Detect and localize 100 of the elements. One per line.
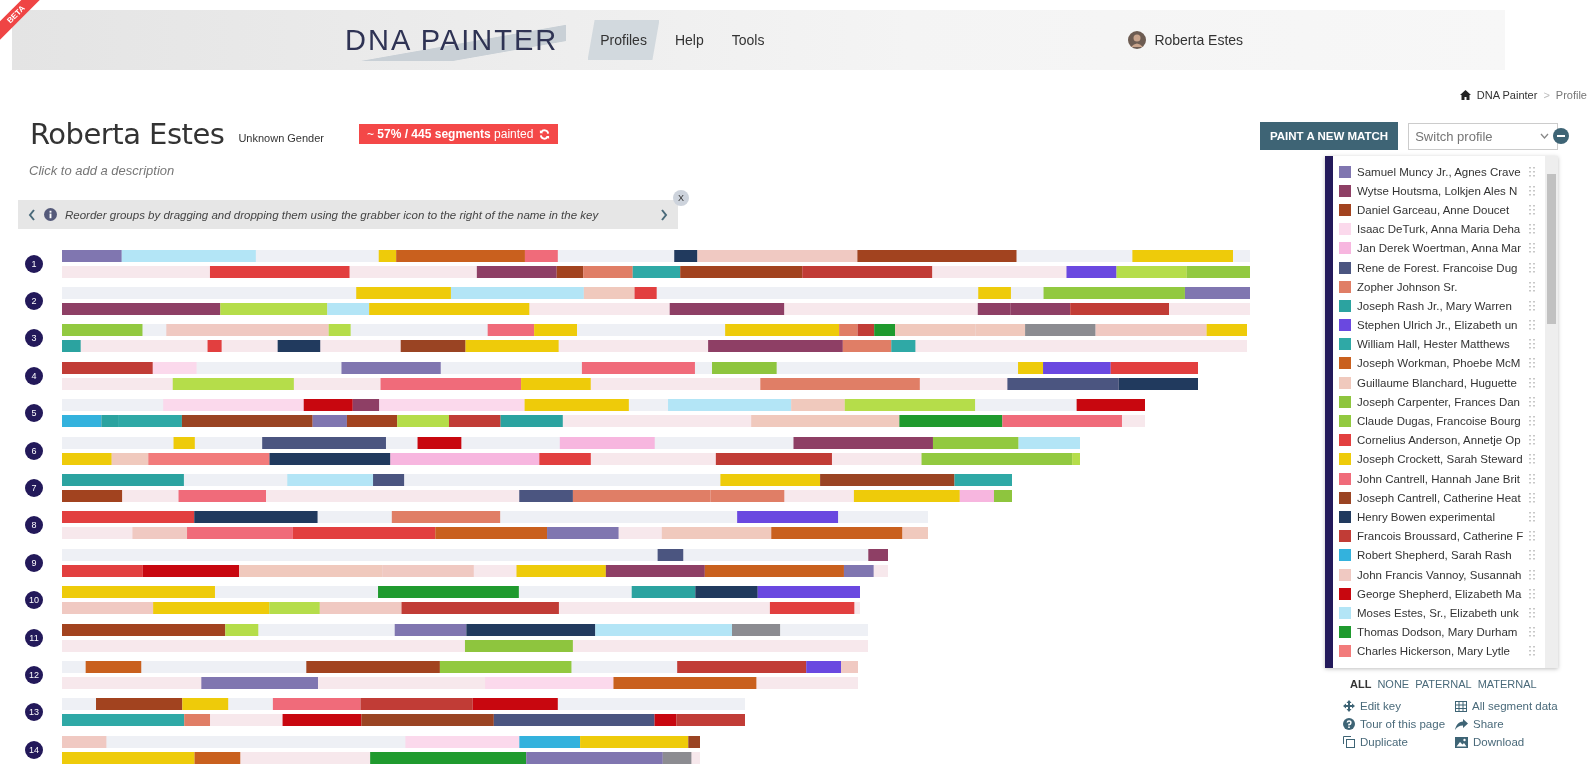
key-item[interactable]: John Francis Vannoy, Susannah [1339, 564, 1545, 585]
grabber-icon[interactable] [1529, 243, 1535, 254]
chromosome-number: 9 [25, 553, 43, 572]
grabber-icon[interactable] [1529, 204, 1535, 215]
chromosome-number: 5 [25, 404, 43, 423]
nav-link[interactable]: Tools [719, 20, 777, 60]
chromosome-number: 3 [25, 329, 43, 348]
key-item[interactable]: Daniel Garceau, Anne Doucet [1339, 200, 1545, 220]
scrollbar[interactable] [1545, 156, 1558, 668]
grabber-icon[interactable] [1529, 627, 1535, 638]
chromosome-number: 1 [25, 254, 43, 273]
refresh-icon [539, 128, 551, 140]
key-item[interactable]: Joseph Cantrell, Catherine Heat [1339, 488, 1545, 508]
key-item[interactable]: Robert Shepherd, Sarah Rash [1339, 545, 1545, 565]
filter-link[interactable]: NONE [1377, 678, 1410, 690]
action-link[interactable]: Edit key [1343, 700, 1446, 712]
grabber-icon[interactable] [1529, 607, 1535, 618]
breadcrumb-separator: > [1543, 89, 1550, 101]
image-icon [1455, 736, 1469, 748]
key-item[interactable]: Francois Broussard, Catherine F [1339, 526, 1545, 546]
grabber-icon[interactable] [1529, 320, 1535, 331]
grabber-icon[interactable] [1529, 339, 1535, 350]
user-name[interactable]: Roberta Estes [1154, 32, 1244, 48]
help-icon [1343, 718, 1355, 730]
key-item[interactable]: Thomas Dodson, Mary Durham [1339, 622, 1545, 642]
grabber-icon[interactable] [1529, 396, 1535, 407]
key-item[interactable]: George Shepherd, Elizabeth Ma [1339, 584, 1545, 604]
key-item[interactable]: William Hall, Hester Matthews [1339, 334, 1545, 354]
home-icon [1459, 90, 1471, 100]
grabber-icon[interactable] [1529, 473, 1535, 484]
chromosome-number: 2 [25, 292, 43, 311]
grabber-icon[interactable] [1529, 588, 1535, 599]
action-link[interactable]: Share [1455, 718, 1558, 730]
tip-text: Reorder groups by dragging and dropping them using the grabber icon to the right of the name in the key [65, 208, 599, 221]
grabber-icon[interactable] [1529, 569, 1535, 580]
grabber-icon[interactable] [1529, 416, 1535, 427]
key-item[interactable]: Joseph Rash Jr., Mary Warren [1339, 296, 1545, 316]
grabber-icon[interactable] [1529, 224, 1535, 235]
key-item[interactable]: John Cantrell, Hannah Jane Brit [1339, 469, 1545, 489]
key-item[interactable]: Guillaume Blanchard, Huguette [1339, 373, 1545, 393]
grabber-icon[interactable] [1529, 300, 1535, 311]
grabber-icon[interactable] [1529, 358, 1535, 369]
filter-link[interactable]: PATERNAL [1415, 678, 1472, 690]
filter-link[interactable]: MATERNAL [1477, 678, 1537, 690]
breadcrumb-current: Profile [1555, 89, 1587, 101]
chromosome-number: 14 [25, 740, 43, 759]
gender-label: Unknown Gender [238, 132, 324, 144]
chromosome-number: 7 [25, 479, 43, 498]
key-item[interactable]: Joseph Workman, Phoebe McM [1339, 353, 1545, 374]
key-item[interactable]: Stephen Ulrich Jr., Elizabeth un [1339, 315, 1545, 335]
paint-match-button[interactable]: PAINT A NEW MATCH [1260, 122, 1399, 150]
close-button[interactable]: X [673, 190, 689, 206]
grabber-icon[interactable] [1529, 185, 1535, 196]
grabber-icon[interactable] [1529, 550, 1535, 561]
key-item[interactable]: Jan Derek Woertman, Anna Mar [1339, 238, 1545, 258]
action-link[interactable]: Download [1455, 736, 1558, 748]
chromosome-number: 4 [25, 366, 43, 385]
copy-icon [1343, 736, 1355, 748]
chromosome-number: 12 [25, 666, 43, 684]
action-link[interactable]: Duplicate [1343, 736, 1446, 748]
nav-link[interactable]: Profiles [588, 20, 659, 60]
chromosome-number: 10 [25, 591, 43, 610]
grabber-icon[interactable] [1529, 511, 1535, 522]
grabber-icon[interactable] [1529, 281, 1535, 292]
key-item[interactable]: Rene de Forest. Francoise Dug [1339, 257, 1545, 278]
key-item[interactable]: Joseph Carpenter, Frances Dan [1339, 392, 1545, 412]
switch-profile-select[interactable]: Switch profile [1408, 122, 1559, 150]
filter-link[interactable]: ALL [1350, 678, 1372, 690]
table-icon [1455, 700, 1468, 712]
avatar-icon[interactable] [1128, 31, 1147, 49]
key-item[interactable]: Wytse Houtsma, Lolkjen Ales N [1339, 181, 1545, 201]
share-icon [1455, 718, 1469, 730]
grabber-icon[interactable] [1529, 166, 1535, 177]
grabber-icon[interactable] [1529, 531, 1535, 542]
progress-text: ~ 57% / 445 segments painted [367, 127, 534, 141]
key-item[interactable]: Zopher Johnson Sr. [1339, 277, 1545, 297]
chromosome-number: 13 [25, 703, 43, 722]
key-item[interactable]: Charles Hickerson, Mary Lytle [1339, 641, 1545, 661]
description-field[interactable]: Click to add a description [29, 163, 1255, 178]
info-icon [44, 208, 57, 221]
key-item[interactable]: Claude Dugas, Francoise Bourg [1339, 411, 1545, 431]
action-link[interactable]: Tour of this page [1343, 718, 1446, 730]
key-item[interactable]: Isaac DeTurk, Anna Maria Deha [1339, 219, 1545, 239]
grabber-icon[interactable] [1529, 262, 1535, 273]
action-link[interactable]: All segment data [1455, 700, 1558, 712]
key-item[interactable]: Samuel Muncy Jr., Agnes Crave [1339, 162, 1545, 182]
grabber-icon[interactable] [1529, 492, 1535, 503]
grabber-icon[interactable] [1529, 646, 1535, 657]
progress-badge[interactable]: ~ 57% / 445 segments painted [359, 124, 559, 144]
key-item[interactable]: Henry Bowen experimental [1339, 507, 1545, 527]
breadcrumb-link[interactable]: DNA Painter [1476, 89, 1538, 101]
key-item[interactable]: Cornelius Anderson, Annetje Op [1339, 430, 1545, 450]
grabber-icon[interactable] [1529, 377, 1535, 388]
chromosome-number: 6 [25, 441, 43, 460]
key-item[interactable]: Moses Estes, Sr., Elizabeth unk [1339, 603, 1545, 623]
key-item[interactable]: Joseph Crockett, Sarah Steward [1339, 449, 1545, 469]
grabber-icon[interactable] [1529, 454, 1535, 465]
chromosome-number: 8 [25, 516, 43, 535]
grabber-icon[interactable] [1529, 435, 1535, 446]
nav-link[interactable]: Help [662, 20, 716, 60]
